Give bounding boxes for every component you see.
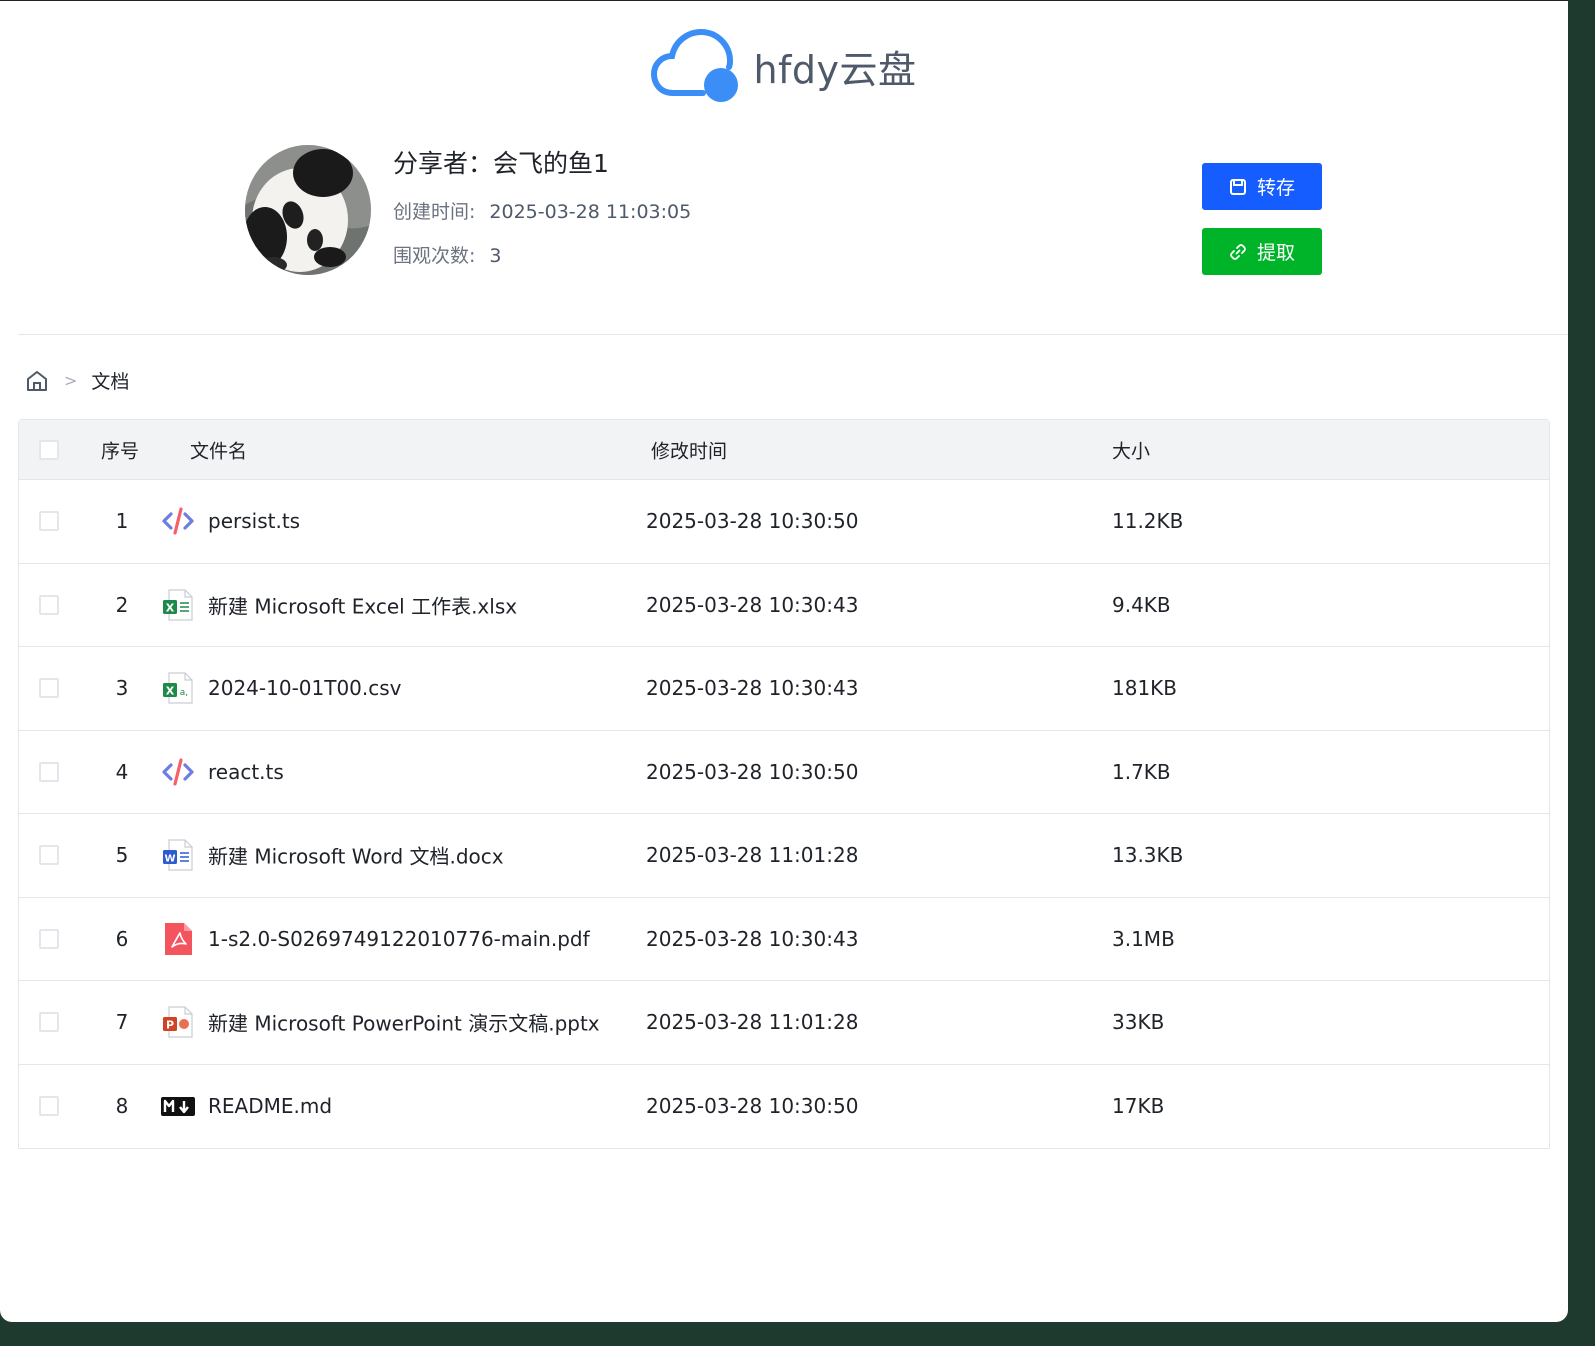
svg-text:X: X xyxy=(166,685,175,698)
row-index: 7 xyxy=(115,1010,129,1035)
created-time-label: 创建时间: xyxy=(393,201,476,223)
excel-file-icon: X xyxy=(160,587,196,623)
svg-text:P: P xyxy=(166,1019,174,1032)
created-time-value: 2025-03-28 11:03:05 xyxy=(489,201,692,223)
save-icon xyxy=(1229,178,1246,195)
save-button-label: 转存 xyxy=(1256,177,1295,199)
breadcrumb: > 文档 xyxy=(24,367,129,394)
svg-text:W: W xyxy=(164,854,175,865)
row-size: 3.1MB xyxy=(1112,926,1175,951)
row-modified: 2025-03-28 11:01:28 xyxy=(646,1010,859,1035)
header-modified: 修改时间 xyxy=(651,440,728,462)
table-row[interactable]: 7 P 新建 Microsoft PowerPoint 演示文稿.pptx 20… xyxy=(19,981,1549,1065)
row-filename[interactable]: 新建 Microsoft PowerPoint 演示文稿.pptx xyxy=(208,1008,600,1037)
row-filename[interactable]: 新建 Microsoft Word 文档.docx xyxy=(208,841,504,870)
file-table: 序号 文件名 修改时间 大小 1 persist.ts 2025-03-28 1… xyxy=(18,419,1550,1149)
pdf-file-icon xyxy=(160,921,196,957)
row-filename[interactable]: README.md xyxy=(208,1094,332,1118)
header-size: 大小 xyxy=(1112,440,1151,462)
row-size: 9.4KB xyxy=(1112,592,1171,617)
row-index: 3 xyxy=(115,676,129,701)
row-modified: 2025-03-28 10:30:50 xyxy=(646,509,859,534)
link-icon xyxy=(1230,243,1246,260)
code-file-icon xyxy=(160,503,196,539)
row-size: 11.2KB xyxy=(1112,509,1184,534)
panda-avatar-image xyxy=(245,145,371,275)
powerpoint-file-icon: P xyxy=(160,1004,196,1040)
row-filename[interactable]: 1-s2.0-S0269749122010776-main.pdf xyxy=(208,927,590,951)
row-checkbox[interactable] xyxy=(39,1096,59,1117)
row-filename[interactable]: 2024-10-01T00.csv xyxy=(208,676,402,700)
view-count-value: 3 xyxy=(489,245,502,267)
row-filename[interactable]: 新建 Microsoft Excel 工作表.xlsx xyxy=(208,590,517,619)
row-checkbox[interactable] xyxy=(39,594,59,615)
row-size: 17KB xyxy=(1112,1094,1165,1119)
table-header: 序号 文件名 修改时间 大小 xyxy=(19,420,1549,480)
row-modified: 2025-03-28 10:30:43 xyxy=(646,926,859,951)
csv-file-icon: Xa, xyxy=(160,670,196,706)
table-row[interactable]: 3 Xa, 2024-10-01T00.csv 2025-03-28 10:30… xyxy=(19,647,1549,731)
row-filename[interactable]: react.ts xyxy=(208,760,284,784)
table-row[interactable]: 8 README.md 2025-03-28 10:30:50 17KB xyxy=(19,1065,1549,1149)
word-file-icon: W xyxy=(160,837,196,873)
row-index: 6 xyxy=(115,926,129,951)
sharer-avatar xyxy=(245,145,371,275)
row-modified: 2025-03-28 10:30:50 xyxy=(646,1094,859,1119)
row-checkbox[interactable] xyxy=(39,1012,59,1033)
select-all-checkbox[interactable] xyxy=(39,439,59,460)
row-filename[interactable]: persist.ts xyxy=(208,509,300,533)
table-row[interactable]: 6 1-s2.0-S0269749122010776-main.pdf 2025… xyxy=(19,898,1549,981)
table-row[interactable]: 4 react.ts 2025-03-28 10:30:50 1.7KB xyxy=(19,731,1549,814)
row-size: 13.3KB xyxy=(1112,843,1184,868)
sharer-name: 分享者：会飞的鱼1 xyxy=(393,149,609,178)
row-modified: 2025-03-28 11:01:28 xyxy=(646,843,859,868)
row-size: 33KB xyxy=(1112,1010,1165,1035)
extract-button[interactable]: 提取 xyxy=(1202,228,1322,275)
view-count-label: 围观次数: xyxy=(393,245,476,267)
app-name: hfdy云盘 xyxy=(753,47,917,92)
row-modified: 2025-03-28 10:30:50 xyxy=(646,759,859,784)
row-index: 2 xyxy=(115,592,129,617)
svg-text:a,: a, xyxy=(180,688,188,698)
code-file-icon xyxy=(160,754,196,790)
cloud-logo-icon xyxy=(651,28,739,102)
row-index: 1 xyxy=(115,509,129,534)
row-index: 8 xyxy=(115,1094,129,1119)
page: hfdy云盘 分享者：会飞的鱼1 创建时间: 2025-03-28 11:03:0… xyxy=(0,0,1568,1322)
row-checkbox[interactable] xyxy=(39,928,59,949)
row-index: 5 xyxy=(115,843,129,868)
breadcrumb-current[interactable]: 文档 xyxy=(91,367,129,394)
table-row[interactable]: 5 W 新建 Microsoft Word 文档.docx 2025-03-28… xyxy=(19,814,1549,898)
table-row[interactable]: 2 X 新建 Microsoft Excel 工作表.xlsx 2025-03-… xyxy=(19,564,1549,647)
table-row[interactable]: 1 persist.ts 2025-03-28 10:30:50 11.2KB xyxy=(19,480,1549,564)
header-logo: hfdy云盘 xyxy=(0,27,1568,105)
row-checkbox[interactable] xyxy=(39,511,59,532)
row-checkbox[interactable] xyxy=(39,678,59,699)
svg-text:X: X xyxy=(166,601,175,614)
created-time-line: 创建时间: 2025-03-28 11:03:05 xyxy=(393,197,691,224)
row-size: 181KB xyxy=(1112,676,1178,701)
row-modified: 2025-03-28 10:30:43 xyxy=(646,592,859,617)
view-count-line: 围观次数: 3 xyxy=(393,241,502,268)
row-size: 1.7KB xyxy=(1112,759,1171,784)
header-index: 序号 xyxy=(101,440,140,462)
save-to-drive-button[interactable]: 转存 xyxy=(1202,163,1322,210)
breadcrumb-separator: > xyxy=(64,371,78,390)
row-index: 4 xyxy=(115,759,129,784)
row-checkbox[interactable] xyxy=(39,761,59,782)
header-filename: 文件名 xyxy=(190,440,248,462)
row-checkbox[interactable] xyxy=(39,845,59,866)
row-modified: 2025-03-28 10:30:43 xyxy=(646,676,859,701)
extract-button-label: 提取 xyxy=(1256,242,1295,264)
home-icon[interactable] xyxy=(24,368,50,394)
header-divider xyxy=(18,334,1568,335)
markdown-file-icon xyxy=(160,1088,196,1124)
